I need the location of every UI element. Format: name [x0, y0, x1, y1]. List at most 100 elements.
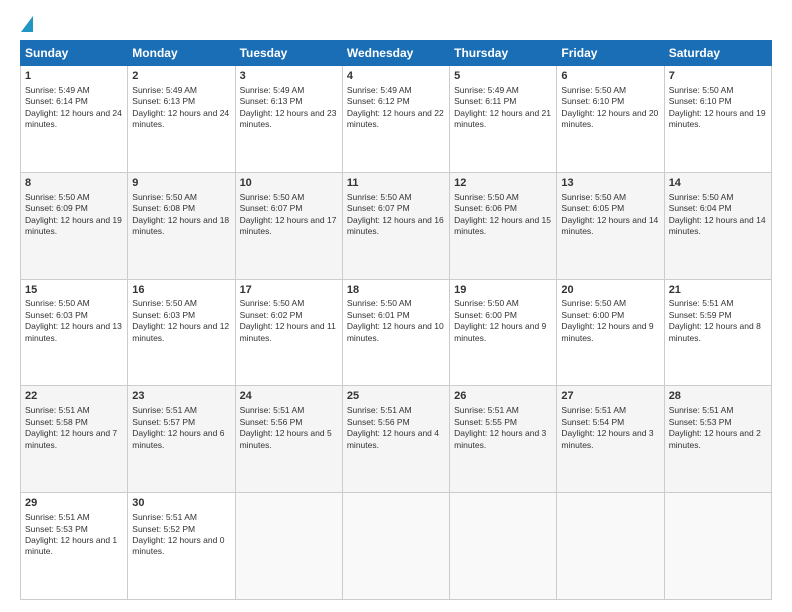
table-row: 8Sunrise: 5:50 AMSunset: 6:09 PMDaylight… [21, 172, 128, 279]
sunrise-text: Sunrise: 5:51 AM [561, 405, 626, 415]
sunset-text: Sunset: 6:00 PM [454, 310, 517, 320]
sunrise-text: Sunrise: 5:49 AM [25, 85, 90, 95]
sunrise-text: Sunrise: 5:50 AM [132, 192, 197, 202]
table-row: 11Sunrise: 5:50 AMSunset: 6:07 PMDayligh… [342, 172, 449, 279]
col-wednesday: Wednesday [342, 41, 449, 66]
day-number: 13 [561, 176, 659, 191]
col-sunday: Sunday [21, 41, 128, 66]
sunset-text: Sunset: 6:03 PM [25, 310, 88, 320]
sunrise-text: Sunrise: 5:51 AM [25, 512, 90, 522]
daylight-text: Daylight: 12 hours and 14 minutes. [561, 215, 658, 236]
table-row: 4Sunrise: 5:49 AMSunset: 6:12 PMDaylight… [342, 66, 449, 173]
sunset-text: Sunset: 5:59 PM [669, 310, 732, 320]
daylight-text: Daylight: 12 hours and 19 minutes. [25, 215, 122, 236]
sunset-text: Sunset: 6:13 PM [240, 96, 303, 106]
table-row: 25Sunrise: 5:51 AMSunset: 5:56 PMDayligh… [342, 386, 449, 493]
table-row: 24Sunrise: 5:51 AMSunset: 5:56 PMDayligh… [235, 386, 342, 493]
sunset-text: Sunset: 6:01 PM [347, 310, 410, 320]
calendar-week-row: 22Sunrise: 5:51 AMSunset: 5:58 PMDayligh… [21, 386, 772, 493]
day-number: 16 [132, 283, 230, 298]
sunset-text: Sunset: 6:04 PM [669, 203, 732, 213]
table-row [235, 493, 342, 600]
sunrise-text: Sunrise: 5:49 AM [347, 85, 412, 95]
sunrise-text: Sunrise: 5:50 AM [561, 298, 626, 308]
daylight-text: Daylight: 12 hours and 2 minutes. [669, 428, 761, 449]
day-number: 9 [132, 176, 230, 191]
day-number: 19 [454, 283, 552, 298]
day-number: 26 [454, 389, 552, 404]
sunset-text: Sunset: 6:03 PM [132, 310, 195, 320]
daylight-text: Daylight: 12 hours and 5 minutes. [240, 428, 332, 449]
daylight-text: Daylight: 12 hours and 6 minutes. [132, 428, 224, 449]
sunset-text: Sunset: 5:53 PM [669, 417, 732, 427]
sunset-text: Sunset: 6:07 PM [347, 203, 410, 213]
sunrise-text: Sunrise: 5:50 AM [132, 298, 197, 308]
sunset-text: Sunset: 5:57 PM [132, 417, 195, 427]
sunrise-text: Sunrise: 5:50 AM [240, 298, 305, 308]
table-row: 23Sunrise: 5:51 AMSunset: 5:57 PMDayligh… [128, 386, 235, 493]
daylight-text: Daylight: 12 hours and 9 minutes. [454, 321, 546, 342]
table-row: 5Sunrise: 5:49 AMSunset: 6:11 PMDaylight… [450, 66, 557, 173]
sunset-text: Sunset: 6:12 PM [347, 96, 410, 106]
day-number: 15 [25, 283, 123, 298]
daylight-text: Daylight: 12 hours and 20 minutes. [561, 108, 658, 129]
daylight-text: Daylight: 12 hours and 10 minutes. [347, 321, 444, 342]
table-row: 27Sunrise: 5:51 AMSunset: 5:54 PMDayligh… [557, 386, 664, 493]
sunrise-text: Sunrise: 5:50 AM [561, 192, 626, 202]
daylight-text: Daylight: 12 hours and 16 minutes. [347, 215, 444, 236]
sunrise-text: Sunrise: 5:50 AM [561, 85, 626, 95]
col-saturday: Saturday [664, 41, 771, 66]
daylight-text: Daylight: 12 hours and 12 minutes. [132, 321, 229, 342]
day-number: 10 [240, 176, 338, 191]
sunrise-text: Sunrise: 5:49 AM [240, 85, 305, 95]
daylight-text: Daylight: 12 hours and 17 minutes. [240, 215, 337, 236]
day-number: 27 [561, 389, 659, 404]
logo-arrow-icon [21, 16, 33, 32]
sunset-text: Sunset: 5:56 PM [347, 417, 410, 427]
table-row: 3Sunrise: 5:49 AMSunset: 6:13 PMDaylight… [235, 66, 342, 173]
sunset-text: Sunset: 6:10 PM [561, 96, 624, 106]
sunrise-text: Sunrise: 5:50 AM [25, 298, 90, 308]
sunset-text: Sunset: 6:06 PM [454, 203, 517, 213]
col-friday: Friday [557, 41, 664, 66]
day-number: 28 [669, 389, 767, 404]
table-row: 16Sunrise: 5:50 AM Sunset: 6:03 PMDayligh… [128, 279, 235, 386]
table-row: 6Sunrise: 5:50 AMSunset: 6:10 PMDaylight… [557, 66, 664, 173]
calendar-header-row: Sunday Monday Tuesday Wednesday Thursday… [21, 41, 772, 66]
daylight-text: Daylight: 12 hours and 9 minutes. [561, 321, 653, 342]
sunrise-text: Sunrise: 5:51 AM [347, 405, 412, 415]
daylight-text: Daylight: 12 hours and 3 minutes. [454, 428, 546, 449]
daylight-text: Daylight: 12 hours and 24 minutes. [132, 108, 229, 129]
col-thursday: Thursday [450, 41, 557, 66]
day-number: 20 [561, 283, 659, 298]
table-row: 2Sunrise: 5:49 AMSunset: 6:13 PMDaylight… [128, 66, 235, 173]
daylight-text: Daylight: 12 hours and 18 minutes. [132, 215, 229, 236]
sunrise-text: Sunrise: 5:50 AM [454, 298, 519, 308]
sunrise-text: Sunrise: 5:50 AM [25, 192, 90, 202]
col-tuesday: Tuesday [235, 41, 342, 66]
day-number: 3 [240, 69, 338, 84]
sunrise-text: Sunrise: 5:49 AM [132, 85, 197, 95]
sunset-text: Sunset: 6:00 PM [561, 310, 624, 320]
table-row: 13Sunrise: 5:50 AMSunset: 6:05 PMDayligh… [557, 172, 664, 279]
sunset-text: Sunset: 6:02 PM [240, 310, 303, 320]
day-number: 30 [132, 496, 230, 511]
daylight-text: Daylight: 12 hours and 1 minute. [25, 535, 117, 556]
day-number: 23 [132, 389, 230, 404]
table-row: 19Sunrise: 5:50 AM Sunset: 6:00 PMDayligh… [450, 279, 557, 386]
sunrise-text: Sunrise: 5:49 AM [454, 85, 519, 95]
day-number: 18 [347, 283, 445, 298]
table-row [342, 493, 449, 600]
sunrise-text: Sunrise: 5:50 AM [669, 85, 734, 95]
sunset-text: Sunset: 5:53 PM [25, 524, 88, 534]
sunrise-text: Sunrise: 5:50 AM [240, 192, 305, 202]
table-row: 12Sunrise: 5:50 AMSunset: 6:06 PMDayligh… [450, 172, 557, 279]
calendar-week-row: 8Sunrise: 5:50 AMSunset: 6:09 PMDaylight… [21, 172, 772, 279]
day-number: 12 [454, 176, 552, 191]
table-row: 30Sunrise: 5:51 AMSunset: 5:52 PMDayligh… [128, 493, 235, 600]
sunrise-text: Sunrise: 5:51 AM [454, 405, 519, 415]
day-number: 21 [669, 283, 767, 298]
daylight-text: Daylight: 12 hours and 14 minutes. [669, 215, 766, 236]
day-number: 4 [347, 69, 445, 84]
calendar-week-row: 1Sunrise: 5:49 AMSunset: 6:14 PMDaylight… [21, 66, 772, 173]
